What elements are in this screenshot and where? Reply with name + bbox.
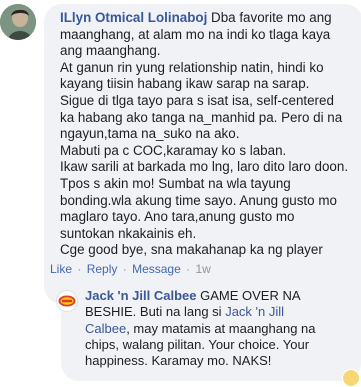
separator: · <box>186 262 191 276</box>
comment-line: kayang tiisin habang ikaw sarap na sarap… <box>60 76 310 92</box>
comment-line: Dba favorite mo ang <box>211 10 332 25</box>
comment-bubble: ILlyn Otmical Lolinaboj Dba favorite mo … <box>44 4 361 304</box>
comment-line: Mabuti pa c COC,karamay ko s laban. <box>60 142 287 158</box>
jack-n-jill-logo-icon <box>58 295 76 307</box>
comment-author-link[interactable]: ILlyn Otmical Lolinaboj <box>60 10 207 25</box>
reply-text: Jack 'n Jill Calbee GAME OVER NA BESHIE.… <box>85 288 349 369</box>
comment-line: bonding.wla akung time sayo. Anung gusto… <box>60 192 337 208</box>
comment-line: Sigue di tlga tayo para s isat isa, self… <box>60 92 334 108</box>
message-link[interactable]: Message <box>132 262 181 276</box>
reply-line: BESHIE. Buti na lang si <box>85 304 226 320</box>
brand-avatar[interactable] <box>56 290 78 312</box>
timestamp[interactable]: 1w <box>195 262 210 276</box>
reaction-icon[interactable] <box>342 369 360 387</box>
comment-line: ngayun,tama na_suko na ako. <box>60 126 240 142</box>
comment-text: ILlyn Otmical Lolinaboj Dba favorite mo … <box>60 10 353 259</box>
like-link[interactable]: Like <box>50 262 72 276</box>
comment-line: suntokan nkakainis eh. <box>60 225 197 241</box>
reply-line: , may matamis at maanghang na <box>126 320 316 336</box>
commenter-avatar[interactable] <box>0 4 36 40</box>
reply-line: chips, walang pilitan. Your choice. Your <box>85 336 310 352</box>
brand-mention-link[interactable]: Calbee <box>85 321 126 336</box>
separator: · <box>122 262 127 276</box>
comment-line: maanghang, at alam mo na indi ko tlaga k… <box>60 26 331 42</box>
reply-line: happiness. Karamay mo. NAKS! <box>85 353 272 369</box>
comment-line: At ganun rin yung relationship natin, hi… <box>60 59 324 75</box>
comment-line: ang maanghang. <box>60 43 161 59</box>
brand-mention-link[interactable]: Jack 'n Jill <box>225 304 284 319</box>
comment-line: Tpos s akin mo! Sumbat na wla tayung <box>60 175 291 191</box>
reply-bubble: Jack 'n Jill Calbee GAME OVER NA BESHIE.… <box>61 278 361 381</box>
comment-line: ka habang ako tanga na_manhid pa. Pero d… <box>60 109 343 125</box>
reply-author-link[interactable]: Jack 'n Jill Calbee <box>85 288 196 303</box>
reply-line: GAME OVER NA <box>196 288 301 303</box>
reply-link[interactable]: Reply <box>87 262 118 276</box>
comment-line: maglaro tayo. Ano tara,anung gusto mo <box>60 209 295 225</box>
comment-actions: Like · Reply · Message · 1w <box>50 262 211 276</box>
comment-line: Ikaw sarili at barkada mo lng, laro dito… <box>60 159 349 175</box>
comment-line: Cge good bye, sna makahanap ka ng player <box>60 242 323 258</box>
separator: · <box>77 262 82 276</box>
